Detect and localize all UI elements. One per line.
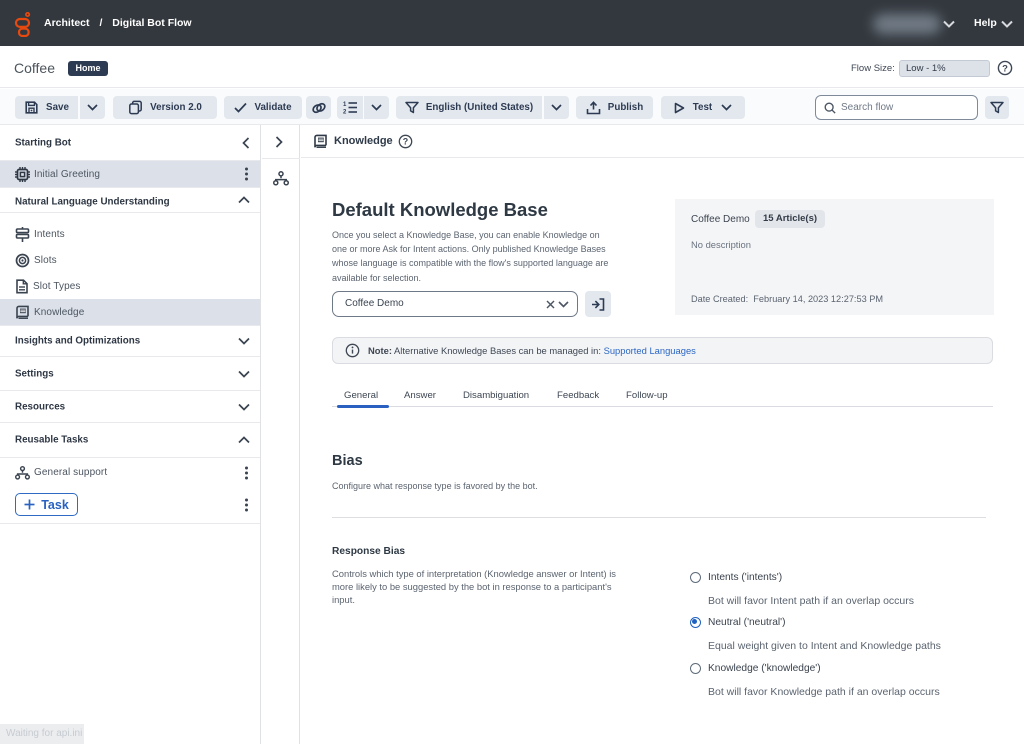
svg-text:?: ? (403, 137, 408, 147)
svg-text:2: 2 (343, 110, 347, 114)
svg-text:1: 1 (343, 102, 347, 108)
svg-text:?: ? (1002, 63, 1008, 74)
